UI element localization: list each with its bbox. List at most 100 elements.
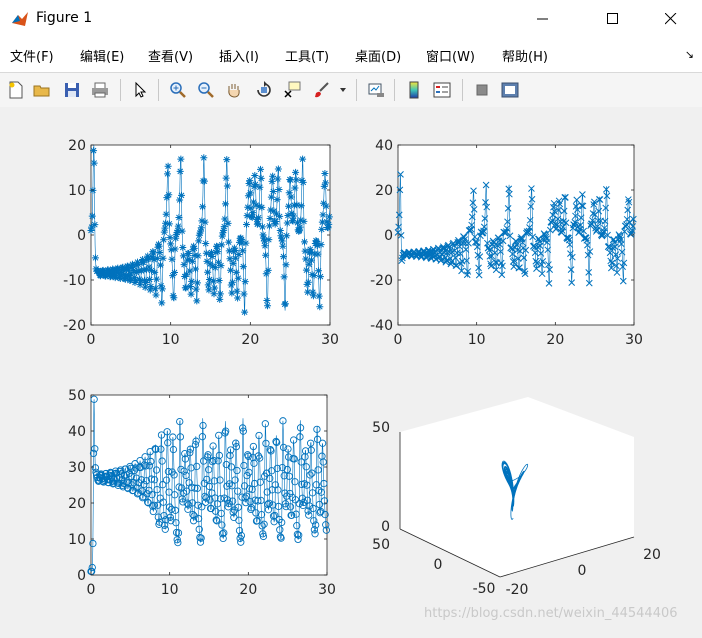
maximize-button[interactable] xyxy=(590,0,636,38)
zoom-in-icon[interactable] xyxy=(166,78,190,102)
data-point xyxy=(174,222,182,230)
save-icon[interactable] xyxy=(60,78,84,102)
close-button[interactable] xyxy=(648,0,694,38)
data-point xyxy=(318,225,326,233)
pan-hand-icon[interactable] xyxy=(222,78,246,102)
data-point xyxy=(221,200,229,208)
data-point xyxy=(195,237,203,245)
menu-insert[interactable]: 插入(I) xyxy=(219,46,259,65)
menu-edit[interactable]: 编辑(E) xyxy=(80,46,124,65)
subplot-1[interactable]: 0 10 20 30 20 10 0 -10 -20 xyxy=(63,138,339,348)
data-point xyxy=(218,241,226,249)
y-tick-label: 40 xyxy=(375,138,393,154)
data-point xyxy=(88,212,96,220)
menu-file[interactable]: 文件(F) xyxy=(10,46,54,65)
data-point xyxy=(211,284,219,292)
x-tick-label: 0 xyxy=(87,332,96,348)
data-point xyxy=(221,215,229,223)
data-point xyxy=(223,156,231,164)
data-point xyxy=(273,196,281,204)
data-cursor-icon[interactable] xyxy=(280,78,304,102)
data-point xyxy=(90,159,98,167)
menu-view[interactable]: 查看(V) xyxy=(148,46,193,65)
menu-window[interactable]: 窗口(W) xyxy=(426,46,475,65)
data-point xyxy=(200,154,208,162)
data-point xyxy=(170,294,178,302)
data-point xyxy=(316,273,324,281)
data-point xyxy=(275,186,283,194)
data-point xyxy=(276,226,284,234)
data-point xyxy=(193,297,201,305)
data-point xyxy=(209,277,217,285)
pointer-icon[interactable] xyxy=(128,78,152,102)
data-point xyxy=(274,175,282,183)
data-point xyxy=(178,191,186,199)
data-point xyxy=(243,221,251,229)
figure-canvas[interactable]: 0 10 20 30 20 10 0 -10 -20 0 10 20 30 40 20 0 -20 -40 01… xyxy=(0,107,702,634)
data-point xyxy=(193,279,201,287)
data-point xyxy=(159,254,167,262)
legend-icon[interactable] xyxy=(430,78,454,102)
menu-tools[interactable]: 工具(T) xyxy=(285,46,329,65)
data-point xyxy=(226,255,234,263)
hide-plot-tools-icon[interactable] xyxy=(470,78,494,102)
data-point xyxy=(201,218,209,226)
data-point xyxy=(228,289,236,297)
minimize-button[interactable] xyxy=(520,0,566,38)
data-point xyxy=(187,290,195,298)
data-point xyxy=(242,239,250,247)
data-point xyxy=(258,203,266,211)
data-point xyxy=(315,267,323,275)
brush-icon[interactable] xyxy=(310,78,334,102)
data-point xyxy=(164,162,172,170)
y-tick-label: 0 xyxy=(77,568,86,584)
data-point xyxy=(239,247,247,255)
data-point xyxy=(290,212,298,220)
y-tick-label: 0 xyxy=(384,228,393,244)
dock-arrow-icon[interactable]: ↘ xyxy=(685,48,694,61)
data-point xyxy=(216,295,224,303)
data-point xyxy=(251,171,259,179)
toolbar-separator xyxy=(462,79,463,101)
data-point xyxy=(282,261,290,269)
x-tick-label: 10 xyxy=(162,332,180,348)
y-tick-label: -40 xyxy=(370,318,393,334)
menu-help[interactable]: 帮助(H) xyxy=(502,46,548,65)
x-tick-label: 20 xyxy=(241,332,259,348)
data-point xyxy=(188,277,196,285)
subplot-2-axes-box xyxy=(397,144,635,326)
data-point xyxy=(224,219,232,227)
data-point xyxy=(283,232,291,240)
zoom-out-icon[interactable] xyxy=(194,78,218,102)
data-point xyxy=(225,238,233,246)
new-figure-icon[interactable] xyxy=(4,78,28,102)
data-point xyxy=(222,174,230,182)
show-plot-tools-icon[interactable] xyxy=(498,78,522,102)
subplot-3[interactable]: 0 10 20 30 50 40 30 20 10 0 xyxy=(68,388,336,598)
toolbar-separator xyxy=(120,79,121,101)
data-point xyxy=(156,248,164,256)
print-icon[interactable] xyxy=(88,78,112,102)
rotate-3d-icon[interactable] xyxy=(252,78,276,102)
data-point xyxy=(223,182,231,190)
data-point xyxy=(325,220,333,228)
subplot-2[interactable]: 0 10 20 30 40 20 0 -20 -40 xyxy=(370,138,643,348)
data-point xyxy=(317,241,325,249)
open-file-icon[interactable] xyxy=(30,78,54,102)
window-title: Figure 1 xyxy=(36,10,93,26)
link-plot-icon[interactable] xyxy=(364,78,388,102)
data-point xyxy=(194,252,202,260)
subplot-4-3d[interactable]: 50 0 50 0 -50 -20 0 20 xyxy=(372,397,661,598)
colorbar-icon[interactable] xyxy=(402,78,426,102)
data-point xyxy=(266,214,274,222)
x-tick-label: 30 xyxy=(321,332,339,348)
data-point xyxy=(204,268,212,276)
menu-desktop[interactable]: 桌面(D) xyxy=(355,46,401,65)
x-tick-label: 10 xyxy=(468,332,486,348)
data-point xyxy=(265,236,273,244)
data-point xyxy=(167,240,175,248)
data-point xyxy=(299,178,307,186)
data-point xyxy=(258,223,266,231)
chevron-down-icon[interactable] xyxy=(336,78,350,102)
data-point xyxy=(281,300,289,308)
